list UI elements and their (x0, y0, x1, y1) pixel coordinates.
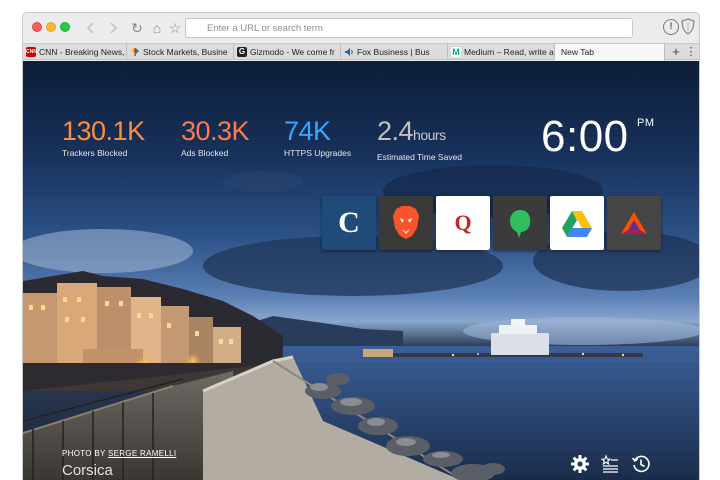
tab-medium[interactable]: M Medium – Read, write a (448, 44, 555, 60)
history-clock-icon[interactable] (631, 454, 651, 474)
forward-arrow-icon (110, 22, 118, 34)
bookmark-star-button[interactable]: ☆ (165, 18, 185, 38)
new-tab-page: 130.1K Trackers Blocked 30.3K Ads Blocke… (23, 61, 699, 480)
tab-label: Stock Markets, Busine (143, 47, 228, 57)
browser-toolbar: ↻ ⌂ ☆ ! (23, 13, 699, 43)
bookmarks-list-icon[interactable] (600, 454, 620, 474)
url-bar[interactable] (185, 18, 633, 38)
info-icon: ! (669, 21, 673, 31)
info-button[interactable]: ! (663, 19, 679, 35)
minimize-window-button[interactable] (46, 22, 56, 32)
brave-lion-icon (393, 206, 419, 239)
stat-label: Estimated Time Saved (377, 152, 463, 162)
tab-label: Medium – Read, write a (464, 47, 554, 57)
zoom-window-button[interactable] (60, 22, 70, 32)
stat-value: 2.4 (377, 116, 414, 146)
stat-trackers-blocked: 130.1K Trackers Blocked (62, 116, 145, 159)
tab-label: Fox Business | Bus (357, 47, 430, 57)
nytimes-tile[interactable]: C (322, 196, 376, 250)
tab-menu-button[interactable]: ⋮ (685, 44, 697, 60)
stat-label: HTTPS Upgrades (284, 148, 352, 158)
nytimes-icon: C (338, 206, 360, 239)
star-icon: ☆ (168, 20, 182, 36)
clock-time: 6:00 (541, 112, 629, 161)
google-drive-icon (562, 211, 592, 237)
medium-favicon: M (451, 47, 461, 57)
stat-unit: hours (413, 127, 446, 143)
stat-time-saved: 2.4hours Estimated Time Saved (377, 116, 462, 163)
tab-strip: CNN CNN - Breaking News, Stock Markets, … (23, 43, 699, 61)
evernote-tile[interactable] (493, 196, 547, 250)
new-tab-button[interactable]: + (669, 44, 683, 60)
browser-window: ↻ ⌂ ☆ ! CNN CNN - Breaking News, (22, 12, 700, 480)
photographer-link[interactable]: SERGE RAMELLI (108, 449, 176, 458)
home-button[interactable]: ⌂ (147, 18, 167, 38)
tab-fox-business[interactable]: Fox Business | Bus (341, 44, 448, 60)
clock: 6:00 PM (541, 112, 654, 161)
speaker-icon (345, 48, 353, 56)
reload-icon: ↻ (131, 20, 143, 36)
gizmodo-favicon: G (237, 47, 247, 57)
tab-label: Gizmodo - We come fr (250, 47, 335, 57)
quora-icon: Q (454, 210, 472, 235)
bat-triangle-icon (621, 212, 647, 234)
photo-credit-prefix: PHOTO BY (62, 449, 108, 458)
nbc-peacock-icon (131, 48, 139, 56)
home-icon: ⌂ (152, 20, 162, 36)
tab-stock-markets[interactable]: Stock Markets, Busine (127, 44, 234, 60)
stat-value: 74K (284, 116, 331, 146)
cnn-favicon: CNN (26, 47, 37, 57)
tab-new-tab[interactable]: New Tab (555, 44, 665, 61)
tab-cnn[interactable]: CNN CNN - Breaking News, (23, 44, 127, 60)
reload-button[interactable]: ↻ (127, 18, 147, 38)
tab-label: CNN - Breaking News, (39, 47, 125, 57)
evernote-icon (510, 210, 531, 238)
stat-ads-blocked: 30.3K Ads Blocked (181, 116, 250, 159)
clock-ampm: PM (637, 117, 655, 129)
url-input[interactable] (207, 20, 627, 36)
tab-label: New Tab (561, 47, 594, 57)
stat-https-upgrades: 74K HTTPS Upgrades (284, 116, 351, 159)
bat-tile[interactable] (607, 196, 661, 250)
stat-label: Trackers Blocked (62, 148, 128, 158)
stat-value: 30.3K (181, 116, 250, 146)
brave-tile[interactable] (379, 196, 433, 250)
brave-shield-icon[interactable] (681, 18, 695, 35)
google-drive-tile[interactable] (550, 196, 604, 250)
close-window-button[interactable] (32, 22, 42, 32)
quora-tile[interactable]: Q (436, 196, 490, 250)
stat-label: Ads Blocked (181, 148, 229, 158)
back-arrow-icon (86, 22, 94, 34)
photo-credit: PHOTO BY SERGE RAMELLI (62, 449, 176, 459)
forward-button[interactable] (103, 18, 123, 38)
tab-gizmodo[interactable]: G Gizmodo - We come fr (234, 44, 341, 60)
gear-icon[interactable] (570, 454, 590, 474)
back-button[interactable] (81, 18, 101, 38)
plus-icon: + (672, 44, 680, 59)
vertical-dots-icon: ⋮ (685, 46, 697, 58)
photo-location: Corsica (62, 462, 113, 479)
stat-value: 130.1K (62, 116, 145, 146)
